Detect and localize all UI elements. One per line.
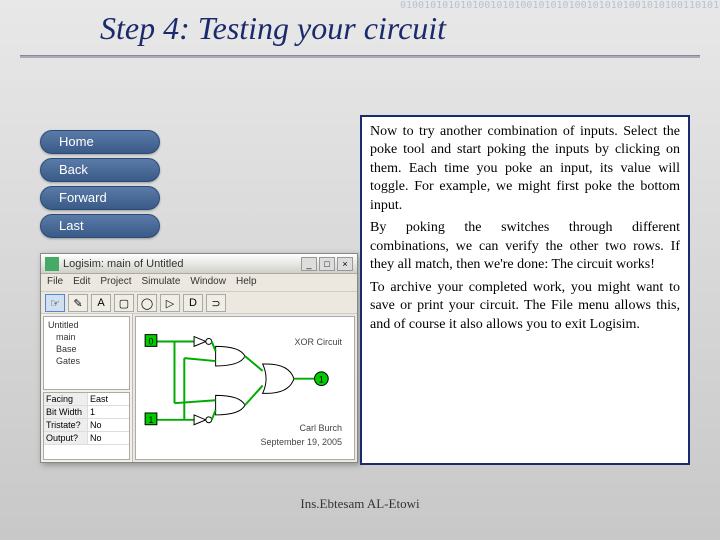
author-label: Carl Burch — [299, 423, 342, 433]
menu-project[interactable]: Project — [100, 276, 131, 289]
menu-help[interactable]: Help — [236, 276, 257, 289]
text-tool[interactable]: A — [91, 294, 111, 312]
forward-button[interactable]: Forward — [40, 186, 160, 210]
instruction-p3: To archive your completed work, you migh… — [370, 279, 680, 334]
title-underline — [20, 55, 700, 58]
slide-title: Step 4: Testing your circuit — [100, 10, 446, 47]
prop-output-value[interactable]: No — [88, 432, 129, 444]
logisim-window: Logisim: main of Untitled _ □ × File Edi… — [40, 253, 358, 463]
prop-bitwidth-value[interactable]: 1 — [88, 406, 129, 418]
prop-facing-label: Facing — [44, 393, 88, 405]
minimize-button[interactable]: _ — [301, 257, 317, 271]
tree-root[interactable]: Untitled — [46, 319, 127, 331]
poke-tool[interactable]: ☞ — [45, 294, 65, 312]
svg-text:1: 1 — [319, 375, 324, 385]
output-pin-tool[interactable]: ◯ — [137, 294, 157, 312]
not-gate-tool[interactable]: ▷ — [160, 294, 180, 312]
home-button[interactable]: Home — [40, 130, 160, 154]
prop-tristate-value[interactable]: No — [88, 419, 129, 431]
prop-facing-value[interactable]: East — [88, 393, 129, 405]
last-button[interactable]: Last — [40, 214, 160, 238]
instruction-p2: By poking the switches through different… — [370, 219, 680, 274]
properties-table: FacingEast Bit Width1 Tristate?No Output… — [43, 392, 130, 460]
tree-item-base[interactable]: Base — [46, 343, 127, 355]
svg-text:1: 1 — [149, 415, 154, 425]
menu-edit[interactable]: Edit — [73, 276, 90, 289]
tree-item-main[interactable]: main — [46, 331, 127, 343]
nav-button-group: Home Back Forward Last — [40, 130, 160, 238]
toolbar: ☞ ✎ A ▢ ◯ ▷ D ⊃ — [41, 292, 357, 314]
tree-item-gates[interactable]: Gates — [46, 355, 127, 367]
menu-window[interactable]: Window — [190, 276, 226, 289]
prop-tristate-label: Tristate? — [44, 419, 88, 431]
menubar: File Edit Project Simulate Window Help — [41, 274, 357, 292]
side-panel: Untitled main Base Gates FacingEast Bit … — [41, 314, 133, 462]
and-gate-tool[interactable]: D — [183, 294, 203, 312]
decorative-binary: 0100101010101001010100101010100101010100… — [400, 0, 720, 60]
date-label: September 19, 2005 — [260, 437, 342, 447]
close-button[interactable]: × — [337, 257, 353, 271]
or-gate-tool[interactable]: ⊃ — [206, 294, 226, 312]
svg-text:0: 0 — [149, 336, 154, 346]
instruction-text-panel: Now to try another combination of inputs… — [360, 115, 690, 465]
edit-tool[interactable]: ✎ — [68, 294, 88, 312]
maximize-button[interactable]: □ — [319, 257, 335, 271]
back-button[interactable]: Back — [40, 158, 160, 182]
prop-bitwidth-label: Bit Width — [44, 406, 88, 418]
app-icon — [45, 257, 59, 271]
prop-output-label: Output? — [44, 432, 88, 444]
window-title: Logisim: main of Untitled — [63, 258, 301, 270]
menu-simulate[interactable]: Simulate — [141, 276, 180, 289]
menu-file[interactable]: File — [47, 276, 63, 289]
input-pin-tool[interactable]: ▢ — [114, 294, 134, 312]
instruction-p1: Now to try another combination of inputs… — [370, 123, 680, 215]
circuit-title-label: XOR Circuit — [294, 337, 342, 347]
slide-footer: Ins.Ebtesam AL-Etowi — [0, 496, 720, 512]
titlebar: Logisim: main of Untitled _ □ × — [41, 254, 357, 274]
project-tree[interactable]: Untitled main Base Gates — [43, 316, 130, 390]
circuit-canvas[interactable]: 0 1 1 XOR Circuit Carl Burch September 1… — [135, 316, 355, 460]
